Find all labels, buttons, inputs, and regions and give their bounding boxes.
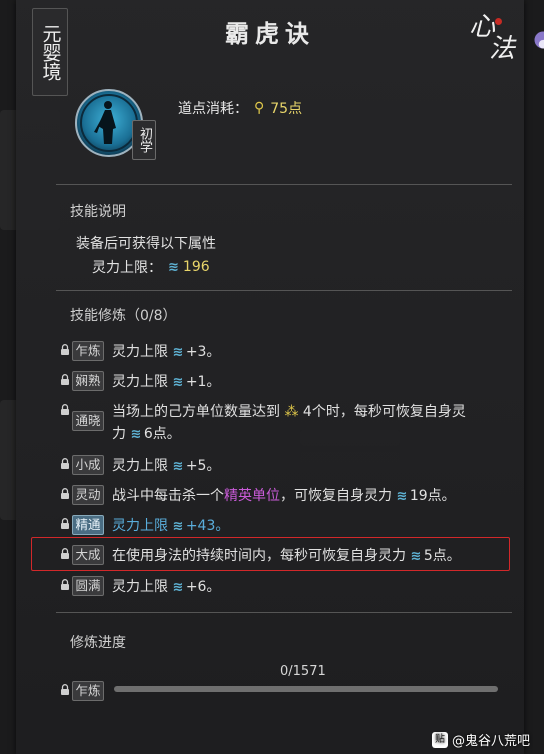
taiji-icon[interactable] xyxy=(534,31,544,49)
watermark-text: @鬼谷八荒吧 xyxy=(452,734,531,749)
lock-icon xyxy=(61,518,69,529)
lock-icon xyxy=(61,684,69,695)
dao-point-cost: 道点消耗： ⚲ 75点 xyxy=(178,98,302,118)
category-calligraphy: 心 法 xyxy=(467,14,519,66)
stage-tag: 乍炼 xyxy=(72,681,104,701)
stage-effect: 战斗中每击杀一个精英单位，可恢复自身灵力 ≋ 19点。 xyxy=(112,488,456,504)
stage-tag: 娴熟 xyxy=(72,371,104,391)
map-pin-icon: ⚲ xyxy=(254,100,265,116)
skill-title: 霸虎诀 xyxy=(225,19,315,48)
stage-tag: 圆满 xyxy=(72,576,104,596)
skill-description-heading: 技能说明 xyxy=(70,204,126,220)
attribute-label: 灵力上限： xyxy=(92,260,162,276)
elite-unit-keyword: 精英单位 xyxy=(224,488,280,504)
stage-effect: 灵力上限 ≋ +6。 xyxy=(112,579,221,595)
red-highlight-box xyxy=(31,537,510,571)
units-icon: ⁂ xyxy=(284,404,299,420)
cost-value: 75点 xyxy=(270,101,303,117)
watermark: 贴 @鬼谷八荒吧 xyxy=(432,730,530,749)
divider xyxy=(56,184,512,185)
lock-icon xyxy=(61,404,69,415)
stage-tag: 精通 xyxy=(72,515,104,535)
cost-label: 道点消耗： xyxy=(178,101,248,117)
lock-icon xyxy=(61,458,69,469)
stage-tag: 小成 xyxy=(72,455,104,475)
spirit-wave-icon: ≋ xyxy=(168,259,179,275)
lock-icon xyxy=(61,579,69,590)
stage-effect: 灵力上限 ≋ +5。 xyxy=(112,458,221,474)
stage-effect: 灵力上限 ≋ +1。 xyxy=(112,374,221,390)
attribute-value: 196 xyxy=(182,259,210,275)
stage-tag: 灵动 xyxy=(72,485,104,505)
training-heading: 技能修炼（0/8） xyxy=(70,308,177,324)
stage-tag: 乍炼 xyxy=(72,341,104,361)
divider xyxy=(56,612,512,613)
lock-icon xyxy=(61,488,69,499)
attribute-line: 灵力上限： ≋ 196 xyxy=(92,257,210,277)
calligraphy-char-2: 法 xyxy=(489,34,516,64)
training-progress-bar xyxy=(114,686,498,692)
stage-effect: 灵力上限 ≋ +43。 xyxy=(112,518,230,534)
ink-dot-icon xyxy=(495,18,502,25)
stage-effect: 当场上的己方单位数量达到 ⁂ 4个时，每秒可恢复自身灵 力 ≋ 6点。 xyxy=(112,404,466,442)
stage-effect: 灵力上限 ≋ +3。 xyxy=(112,344,221,360)
progress-value: 0/1571 xyxy=(280,664,326,679)
divider xyxy=(56,290,512,291)
stage-tag: 通晓 xyxy=(72,411,104,431)
skill-detail-panel: 元婴境 霸虎诀 心 法 初学 道点消耗： ⚲ 75点 技能说明 装备后可获得以下… xyxy=(16,0,544,754)
paw-icon: 贴 xyxy=(432,731,448,748)
skill-tier-badge: 初学 xyxy=(132,120,156,160)
description-line: 装备后可获得以下属性 xyxy=(76,236,216,252)
lock-icon xyxy=(61,374,69,385)
progress-heading: 修炼进度 xyxy=(70,635,126,651)
lock-icon xyxy=(61,344,69,355)
